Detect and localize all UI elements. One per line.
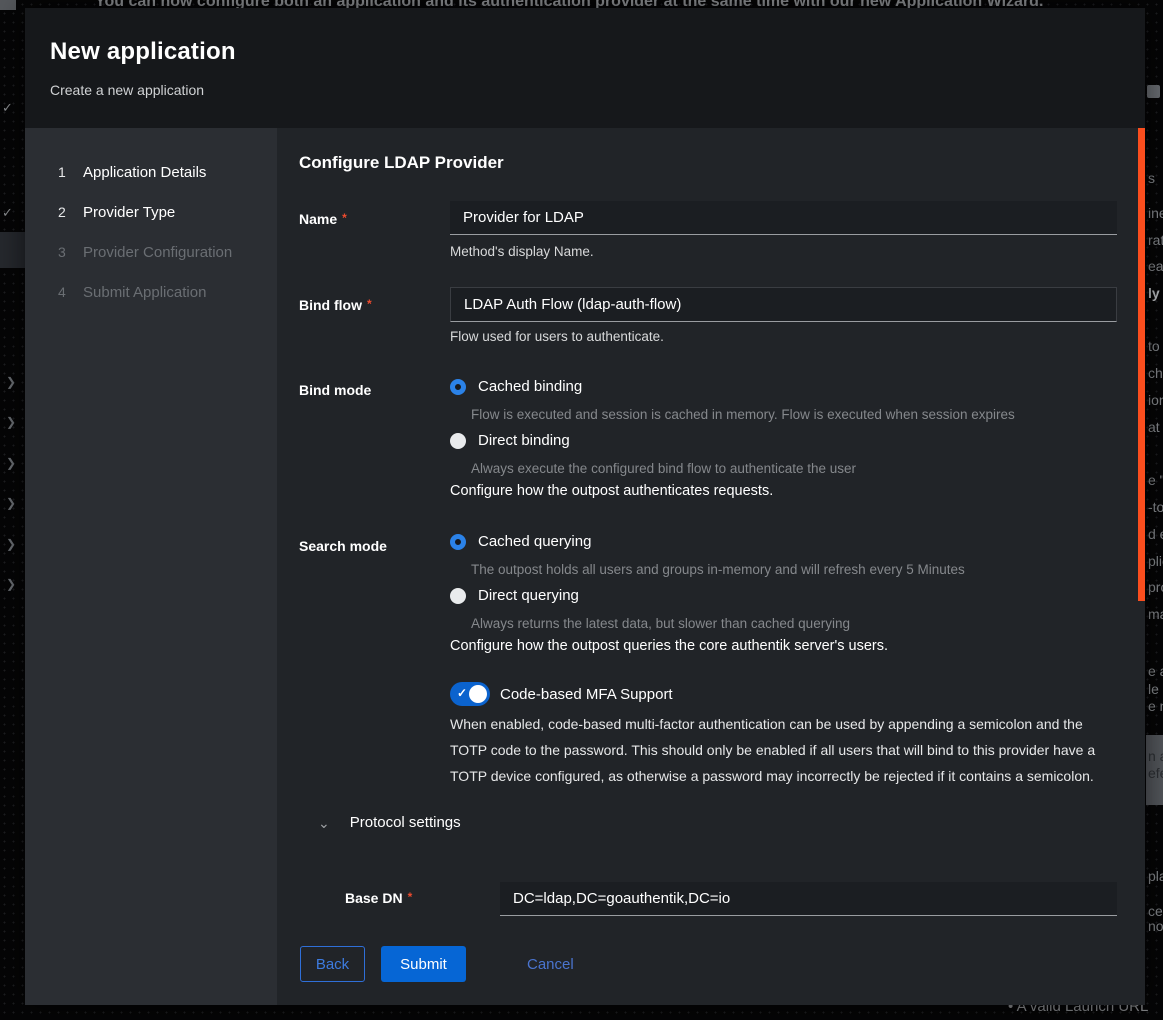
background-text-fragment: e n (1148, 698, 1163, 714)
step-number: 2 (58, 204, 83, 220)
base-dn-label: Base DN* (345, 890, 412, 906)
background-text-fragment: d e (1148, 526, 1163, 542)
chevron-right-icon: ❯ (6, 537, 16, 551)
step-number: 4 (58, 284, 83, 300)
name-help-text: Method's display Name. (450, 244, 594, 259)
background-text-fragment: ma (1148, 606, 1163, 622)
cancel-button[interactable]: Cancel (527, 946, 574, 982)
required-asterisk: * (408, 890, 413, 904)
background-text-fragment: pla (1148, 868, 1163, 884)
wizard-main-panel: Configure LDAP Provider Name* Method's d… (277, 128, 1145, 1005)
background-active-row (0, 232, 25, 268)
bind-mode-help: Configure how the outpost authenticates … (450, 483, 773, 499)
search-mode-cached-radio[interactable]: Cached querying (450, 533, 591, 550)
radio-unselected-icon (450, 588, 466, 604)
modal-subtitle: Create a new application (50, 82, 1145, 98)
check-icon: ✓ (2, 100, 13, 116)
name-input[interactable] (450, 201, 1117, 235)
bind-mode-cached-radio[interactable]: Cached binding (450, 378, 582, 395)
mfa-toggle[interactable]: ✓ (450, 682, 490, 706)
name-label: Name* (299, 211, 347, 227)
radio-unselected-icon (450, 433, 466, 449)
step-number: 3 (58, 244, 83, 260)
background-text-fragment: le ' (1148, 681, 1163, 697)
search-mode-direct-desc: Always returns the latest data, but slow… (471, 616, 850, 631)
background-text-fragment: at (1148, 419, 1160, 435)
bind-flow-help-text: Flow used for users to authenticate. (450, 329, 664, 344)
chevron-right-icon: ❯ (6, 415, 16, 429)
search-mode-help: Configure how the outpost queries the co… (450, 638, 888, 654)
modal-title: New application (50, 38, 1145, 66)
bind-mode-label: Bind mode (299, 382, 371, 398)
step-number: 1 (58, 164, 83, 180)
background-text-fragment: plie (1148, 553, 1163, 569)
background-text-fragment: to (1148, 338, 1160, 354)
background-text-fragment: rat (1148, 232, 1163, 248)
bind-mode-direct-desc: Always execute the configured bind flow … (471, 461, 856, 476)
background-text-fragment: -to (1148, 499, 1163, 515)
background-text-fragment: ces (1148, 903, 1163, 919)
background-text-fragment: ine (1148, 205, 1163, 221)
background-text-fragment: pro (1148, 579, 1163, 595)
required-asterisk: * (342, 211, 347, 225)
radio-selected-icon (450, 534, 466, 550)
step-application-details[interactable]: 1 Application Details (25, 152, 277, 192)
background-text-fragment: ea (1148, 258, 1163, 274)
base-dn-input[interactable] (500, 882, 1117, 916)
step-label: Application Details (83, 164, 206, 181)
background-text-fragment: ly a (1148, 285, 1163, 301)
bind-flow-select[interactable]: LDAP Auth Flow (ldap-auth-flow) (450, 287, 1117, 322)
background-text-fragment: ion (1148, 392, 1163, 408)
chevron-right-icon: ❯ (6, 375, 16, 389)
wizard-step-nav: 1 Application Details 2 Provider Type 3 … (25, 128, 277, 1005)
wizard-body: 1 Application Details 2 Provider Type 3 … (25, 128, 1145, 1005)
new-application-modal: New application Create a new application… (25, 8, 1145, 1005)
bind-mode-cached-desc: Flow is executed and session is cached i… (471, 407, 1015, 422)
submit-button[interactable]: Submit (381, 946, 466, 982)
toggle-knob (469, 685, 487, 703)
background-scroll-handle (0, 0, 16, 10)
radio-selected-icon (450, 379, 466, 395)
bg-right-fragments: s ine rat ea ly a to ch ion at e "c -to d e plie pro m… (1146, 0, 1163, 1020)
background-copy-icon (1147, 85, 1160, 98)
step-provider-configuration: 3 Provider Configuration (25, 232, 277, 272)
bind-mode-direct-radio[interactable]: Direct binding (450, 432, 570, 449)
chevron-right-icon: ❯ (6, 577, 16, 591)
modal-scrollbar[interactable] (1138, 128, 1145, 601)
search-mode-label: Search mode (299, 538, 387, 554)
step-provider-type[interactable]: 2 Provider Type (25, 192, 277, 232)
bind-flow-label: Bind flow* (299, 297, 372, 313)
check-icon: ✓ (457, 686, 467, 700)
background-text-fragment: e "c (1148, 472, 1163, 488)
chevron-right-icon: ❯ (6, 456, 16, 470)
step-label: Provider Configuration (83, 244, 232, 261)
chevron-down-icon: ⌄ (318, 818, 330, 828)
background-text-fragment: s (1148, 170, 1155, 186)
mfa-toggle-label: Code-based MFA Support (500, 686, 673, 703)
background-text-fragment: e a (1148, 663, 1163, 679)
step-label: Submit Application (83, 284, 206, 301)
step-submit-application: 4 Submit Application (25, 272, 277, 312)
check-icon: ✓ (2, 205, 13, 221)
back-button[interactable]: Back (300, 946, 365, 982)
background-text-fragment: n a (1148, 748, 1163, 764)
modal-header: New application Create a new application (25, 8, 1145, 128)
required-asterisk: * (367, 297, 372, 311)
search-mode-direct-radio[interactable]: Direct querying (450, 587, 579, 604)
mfa-description: When enabled, code-based multi-factor au… (450, 711, 1108, 789)
protocol-settings-expander[interactable]: ⌄ Protocol settings (318, 814, 461, 831)
background-text-fragment: ch (1148, 365, 1163, 381)
background-text-fragment: efe (1148, 765, 1163, 781)
background-text-fragment: no (1148, 918, 1163, 934)
search-mode-cached-desc: The outpost holds all users and groups i… (471, 562, 965, 577)
form-title: Configure LDAP Provider (299, 153, 504, 173)
step-label: Provider Type (83, 204, 175, 221)
chevron-right-icon: ❯ (6, 496, 16, 510)
